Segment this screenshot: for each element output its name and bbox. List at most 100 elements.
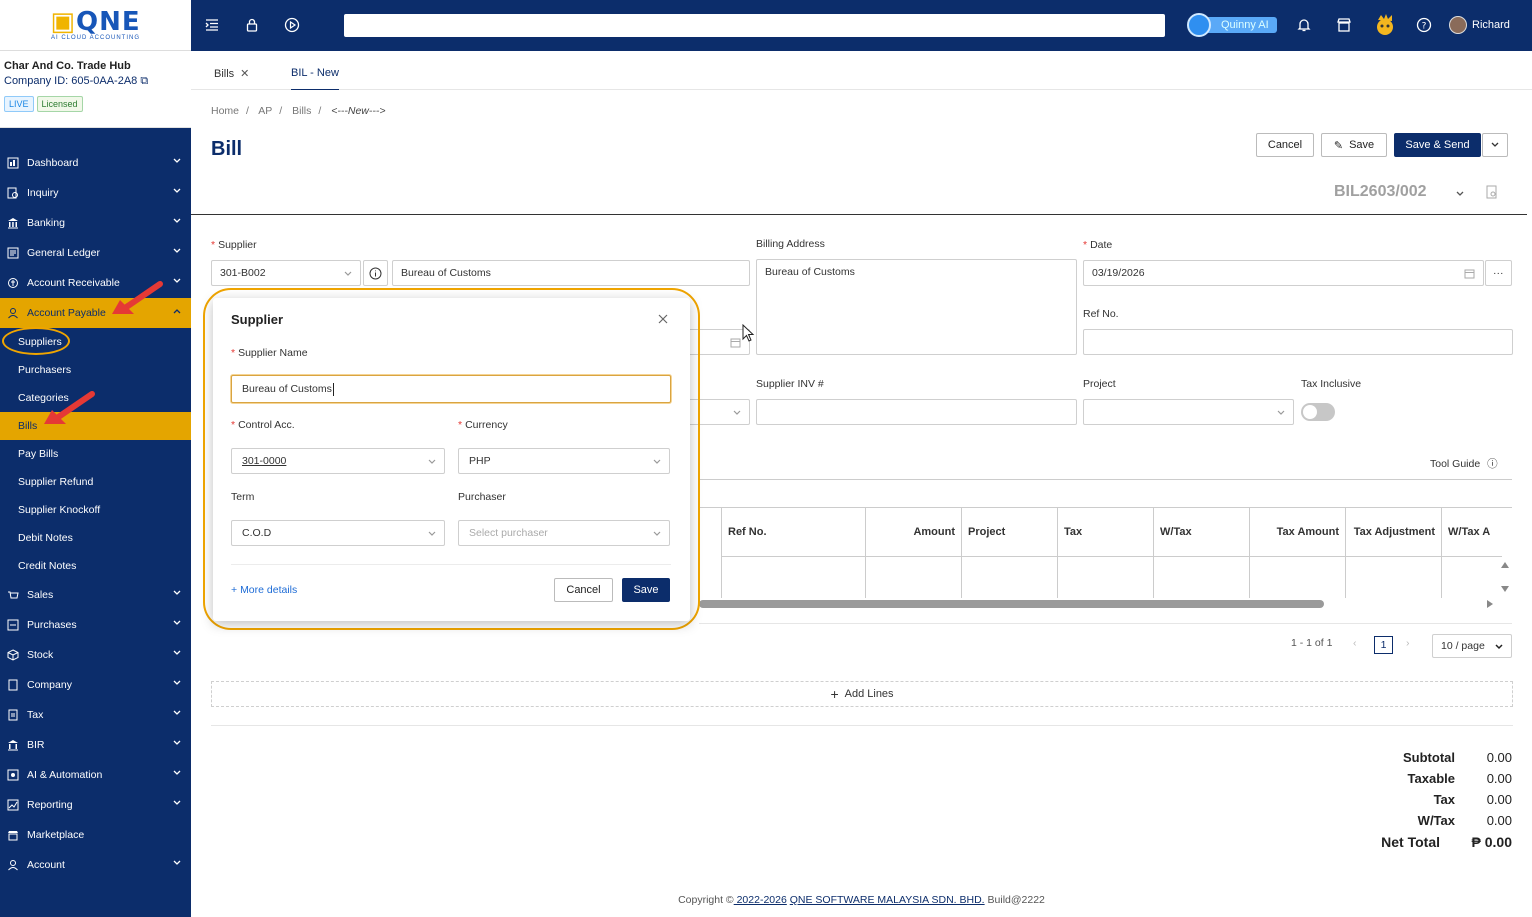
close-icon[interactable]: [658, 314, 668, 324]
popup-cancel-button[interactable]: Cancel: [554, 578, 613, 602]
close-icon[interactable]: ✕: [240, 68, 249, 80]
nav-ai-automation[interactable]: AI & Automation: [0, 760, 191, 790]
col-amount[interactable]: Amount: [866, 508, 962, 557]
supplier-inv-field[interactable]: [756, 399, 1077, 425]
prev-page-icon[interactable]: ‹: [1353, 637, 1357, 649]
document-search-icon[interactable]: [1485, 185, 1499, 199]
more-details-link[interactable]: + More details: [231, 584, 297, 596]
store-icon[interactable]: [1336, 17, 1352, 33]
nav-bir[interactable]: BIR: [0, 730, 191, 760]
tab-bil-new[interactable]: BIL - New: [291, 67, 339, 91]
crumb-home[interactable]: Home: [211, 105, 239, 117]
table-cell[interactable]: [1154, 557, 1250, 598]
col-tax-adjustment[interactable]: Tax Adjustment: [1346, 508, 1442, 557]
nav-reporting[interactable]: Reporting: [0, 790, 191, 820]
billing-address-textarea[interactable]: Bureau of Customs: [756, 259, 1077, 355]
table-cell[interactable]: [1346, 557, 1442, 598]
tab-bills[interactable]: Bills ✕: [214, 67, 249, 80]
purchaser-select[interactable]: Select purchaser: [458, 520, 670, 546]
term-select[interactable]: C.O.D: [231, 520, 445, 546]
page-1[interactable]: 1: [1374, 636, 1393, 654]
calendar-icon: [1464, 269, 1475, 279]
nav-tax[interactable]: Tax: [0, 700, 191, 730]
control-acc-select[interactable]: 301-0000: [231, 448, 445, 474]
sub-pay-bills[interactable]: Pay Bills: [0, 440, 191, 468]
table-cell[interactable]: [1250, 557, 1346, 598]
copy-icon[interactable]: ⧉: [140, 75, 148, 87]
scroll-down-icon[interactable]: [1500, 584, 1510, 594]
supplier-name-input[interactable]: Bureau of Customs: [231, 375, 671, 403]
nav-banking[interactable]: Banking: [0, 208, 191, 238]
quinny-ai-button[interactable]: Quinny AI: [1187, 13, 1281, 37]
add-lines-button[interactable]: + Add Lines: [211, 681, 1513, 707]
nav-marketplace[interactable]: Marketplace: [0, 820, 191, 850]
col-wtax[interactable]: W/Tax: [1154, 508, 1250, 557]
ref-no-field[interactable]: [1083, 329, 1513, 355]
sub-credit-notes[interactable]: Credit Notes: [0, 552, 191, 580]
col-ref-no[interactable]: Ref No.: [721, 508, 866, 557]
nav-stock[interactable]: Stock: [0, 640, 191, 670]
table-cell[interactable]: [1058, 557, 1154, 598]
nav-dashboard[interactable]: Dashboard: [0, 148, 191, 178]
user-menu[interactable]: Richard: [1449, 16, 1510, 34]
sub-supplier-knockoff[interactable]: Supplier Knockoff: [0, 496, 191, 524]
menu-fold-icon[interactable]: [204, 17, 220, 33]
page-size-select[interactable]: 10 / page: [1432, 634, 1512, 658]
tax-inclusive-toggle[interactable]: [1301, 403, 1335, 421]
nav-company[interactable]: Company: [0, 670, 191, 700]
supplier-code-select[interactable]: 301-B002: [211, 260, 361, 286]
play-circle-icon[interactable]: [284, 17, 300, 33]
col-project[interactable]: Project: [962, 508, 1058, 557]
tool-guide[interactable]: Tool Guide ⓘ: [1430, 456, 1498, 471]
col-wtax-amount[interactable]: W/Tax A: [1442, 508, 1502, 557]
logo-text: ▣QNE: [50, 7, 141, 37]
sub-purchasers[interactable]: Purchasers: [0, 356, 191, 384]
supplier-inv-label: Supplier INV #: [756, 378, 824, 390]
table-cell[interactable]: [866, 557, 962, 598]
save-send-button[interactable]: Save & Send: [1394, 133, 1481, 157]
sub-debit-notes[interactable]: Debit Notes: [0, 524, 191, 552]
chevron-down-icon: [173, 248, 181, 253]
col-tax-amount[interactable]: Tax Amount: [1250, 508, 1346, 557]
lock-icon[interactable]: [244, 17, 260, 33]
bell-icon[interactable]: [1296, 17, 1312, 33]
supplier-name-field[interactable]: Bureau of Customs: [392, 260, 750, 286]
cancel-button[interactable]: Cancel: [1256, 133, 1314, 157]
tab-label: Bills: [214, 68, 235, 80]
nav-inquiry[interactable]: Inquiry: [0, 178, 191, 208]
date-field[interactable]: 03/19/2026: [1083, 260, 1484, 286]
nav-sales[interactable]: Sales: [0, 580, 191, 610]
supplier-popup: Supplier * Supplier Name Bureau of Custom…: [213, 298, 690, 621]
licensed-badge: Licensed: [36, 96, 83, 112]
table-cell[interactable]: [1442, 557, 1502, 598]
crumb-bills[interactable]: Bills: [292, 105, 311, 117]
purchaser-label: Purchaser: [458, 491, 506, 503]
scroll-up-icon[interactable]: [1500, 560, 1510, 570]
mascot-icon[interactable]: [1373, 12, 1397, 38]
horizontal-scrollbar[interactable]: [699, 600, 1324, 608]
sub-label: Supplier Knockoff: [18, 504, 101, 516]
currency-select[interactable]: PHP: [458, 448, 670, 474]
nav-account[interactable]: Account: [0, 850, 191, 880]
svg-text:?: ?: [1422, 22, 1427, 32]
crumb-ap[interactable]: AP: [258, 105, 272, 117]
logo[interactable]: ▣QNE AI CLOUD ACCOUNTING: [0, 0, 191, 51]
col-tax[interactable]: Tax: [1058, 508, 1154, 557]
footer-company-link[interactable]: QNE SOFTWARE MALAYSIA SDN. BHD.: [790, 894, 985, 906]
supplier-info-button[interactable]: [363, 260, 388, 286]
sub-supplier-refund[interactable]: Supplier Refund: [0, 468, 191, 496]
save-button[interactable]: ✎ Save: [1321, 133, 1387, 157]
next-page-icon[interactable]: ›: [1406, 637, 1410, 649]
project-select[interactable]: [1083, 399, 1294, 425]
global-search-input[interactable]: [344, 14, 1165, 37]
save-options-button[interactable]: [1482, 133, 1508, 157]
nav-general-ledger[interactable]: General Ledger: [0, 238, 191, 268]
date-more-button[interactable]: ···: [1485, 260, 1512, 286]
scroll-right-icon[interactable]: [1485, 599, 1495, 609]
chevron-down-icon[interactable]: [1456, 190, 1464, 198]
nav-purchases[interactable]: Purchases: [0, 610, 191, 640]
help-icon[interactable]: ?: [1416, 17, 1432, 33]
popup-save-button[interactable]: Save: [622, 578, 670, 602]
table-cell[interactable]: [721, 557, 866, 598]
table-cell[interactable]: [962, 557, 1058, 598]
